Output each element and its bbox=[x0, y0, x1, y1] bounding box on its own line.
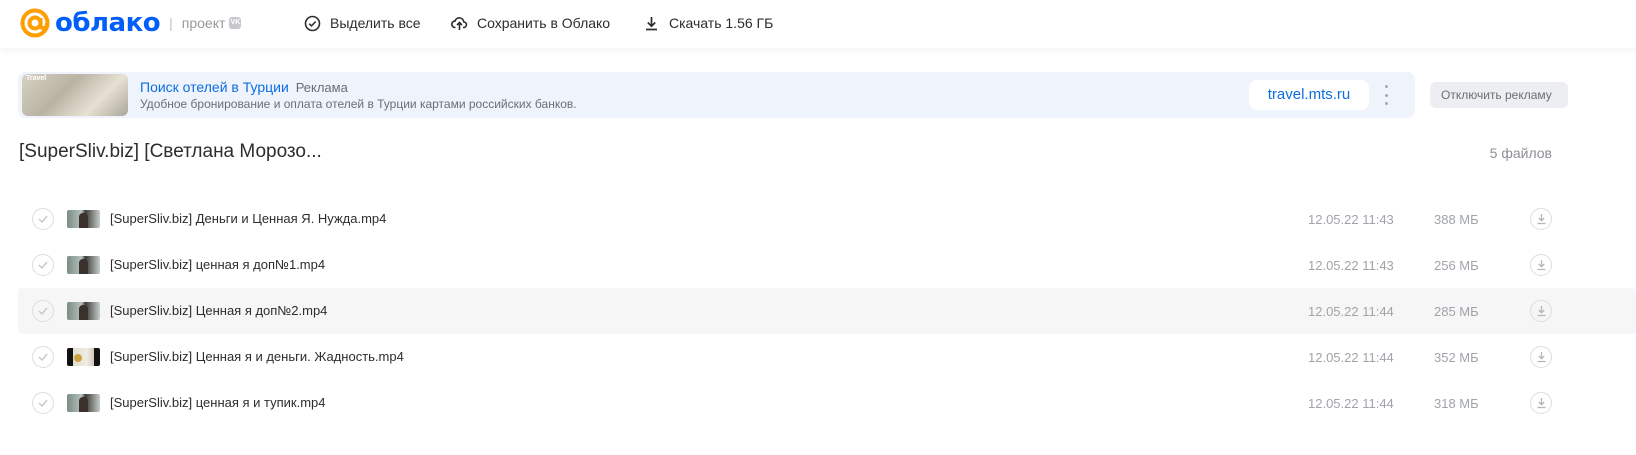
file-size: 256 МБ bbox=[1434, 258, 1479, 273]
video-thumbnail bbox=[67, 210, 100, 228]
logo-text: облако bbox=[55, 8, 161, 38]
download-all-label: Скачать 1.56 ГБ bbox=[669, 15, 774, 31]
download-icon bbox=[1537, 214, 1545, 225]
file-name[interactable]: [SuperSliv.biz] Ценная я доп№2.mp4 bbox=[110, 303, 327, 318]
download-icon bbox=[1537, 306, 1545, 317]
file-name[interactable]: [SuperSliv.biz] ценная я доп№1.mp4 bbox=[110, 257, 325, 272]
file-download-button[interactable] bbox=[1530, 346, 1552, 368]
video-thumbnail bbox=[67, 302, 100, 320]
file-size: 352 МБ bbox=[1434, 350, 1479, 365]
file-date: 12.05.22 11:44 bbox=[1308, 304, 1394, 319]
save-to-cloud-label: Сохранить в Облако bbox=[477, 15, 611, 31]
file-download-button[interactable] bbox=[1530, 254, 1552, 276]
file-size: 388 МБ bbox=[1434, 212, 1479, 227]
vk-badge-icon: VK bbox=[229, 17, 242, 29]
row-checkbox[interactable] bbox=[32, 208, 54, 230]
download-icon bbox=[1537, 260, 1545, 271]
file-date: 12.05.22 11:43 bbox=[1308, 212, 1394, 227]
ad-site-button[interactable]: travel.mts.ru bbox=[1249, 80, 1369, 110]
video-thumbnail bbox=[67, 256, 100, 274]
file-date: 12.05.22 11:44 bbox=[1308, 396, 1394, 411]
download-all-button[interactable]: Скачать 1.56 ГБ bbox=[643, 11, 773, 35]
save-to-cloud-button[interactable]: Сохранить в Облако bbox=[451, 11, 610, 35]
video-thumbnail bbox=[67, 348, 100, 366]
at-sign-icon bbox=[20, 8, 50, 38]
check-circle-icon bbox=[304, 15, 321, 31]
top-bar: облако | проект VK Выделить все Сохранит… bbox=[0, 0, 1636, 48]
ad-title: Поиск отелей в Турции Реклама bbox=[140, 79, 348, 95]
file-size: 285 МБ bbox=[1434, 304, 1479, 319]
check-icon bbox=[38, 307, 48, 315]
ad-tag: Реклама bbox=[295, 80, 348, 95]
logo-project-label: проект bbox=[181, 15, 226, 31]
ad-description: Удобное бронирование и оплата отелей в Т… bbox=[140, 97, 577, 111]
more-vertical-icon[interactable] bbox=[1382, 85, 1390, 105]
download-icon bbox=[1537, 352, 1545, 363]
video-thumbnail bbox=[67, 394, 100, 412]
check-icon bbox=[38, 399, 48, 407]
cloud-logo[interactable]: облако | проект VK bbox=[19, 6, 242, 40]
file-download-button[interactable] bbox=[1530, 392, 1552, 414]
ad-image-label: Travel bbox=[26, 75, 47, 82]
row-checkbox[interactable] bbox=[32, 346, 54, 368]
files-count: 5 файлов bbox=[1489, 145, 1552, 161]
logo-separator: | bbox=[169, 15, 173, 31]
file-row[interactable]: [SuperSliv.biz] Ценная я доп№2.mp4 12.05… bbox=[18, 288, 1636, 334]
select-all-button[interactable]: Выделить все bbox=[304, 11, 421, 35]
file-size: 318 МБ bbox=[1434, 396, 1479, 411]
download-icon bbox=[646, 16, 657, 30]
download-icon bbox=[1537, 398, 1545, 409]
file-download-button[interactable] bbox=[1530, 300, 1552, 322]
folder-title: [SuperSliv.biz] [Светлана Морозо... bbox=[19, 141, 322, 162]
file-row[interactable]: [SuperSliv.biz] Ценная я и деньги. Жадно… bbox=[18, 334, 1636, 380]
cloud-upload-icon bbox=[451, 16, 468, 30]
row-checkbox[interactable] bbox=[32, 300, 54, 322]
check-icon bbox=[38, 261, 48, 269]
ad-image: Travel bbox=[22, 74, 128, 116]
file-row[interactable]: [SuperSliv.biz] Деньги и Ценная Я. Нужда… bbox=[18, 196, 1636, 242]
file-name[interactable]: [SuperSliv.biz] Ценная я и деньги. Жадно… bbox=[110, 349, 404, 364]
check-icon bbox=[38, 215, 48, 223]
disable-ads-button[interactable]: Отключить рекламу bbox=[1430, 82, 1568, 108]
row-checkbox[interactable] bbox=[32, 254, 54, 276]
file-row[interactable]: [SuperSliv.biz] ценная я и тупик.mp4 12.… bbox=[18, 380, 1636, 426]
check-icon bbox=[38, 353, 48, 361]
file-date: 12.05.22 11:44 bbox=[1308, 350, 1394, 365]
file-download-button[interactable] bbox=[1530, 208, 1552, 230]
ad-banner[interactable]: Travel Поиск отелей в Турции Реклама Удо… bbox=[18, 72, 1415, 118]
ad-title-link[interactable]: Поиск отелей в Турции bbox=[140, 79, 289, 95]
row-checkbox[interactable] bbox=[32, 392, 54, 414]
file-date: 12.05.22 11:43 bbox=[1308, 258, 1394, 273]
file-name[interactable]: [SuperSliv.biz] Деньги и Ценная Я. Нужда… bbox=[110, 211, 386, 226]
file-row[interactable]: [SuperSliv.biz] ценная я доп№1.mp4 12.05… bbox=[18, 242, 1636, 288]
select-all-label: Выделить все bbox=[330, 15, 421, 31]
file-name[interactable]: [SuperSliv.biz] ценная я и тупик.mp4 bbox=[110, 395, 326, 410]
file-list: [SuperSliv.biz] Деньги и Ценная Я. Нужда… bbox=[18, 196, 1636, 426]
